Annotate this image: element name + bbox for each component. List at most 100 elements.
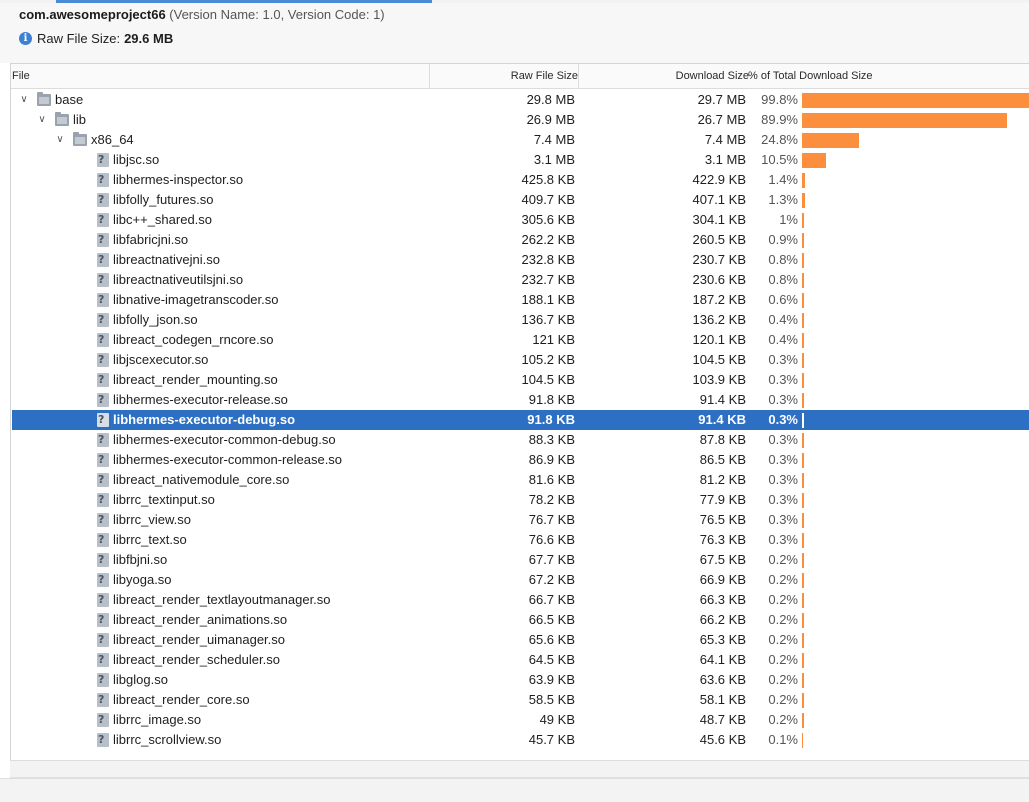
- percent-cell: 0.2%: [749, 570, 798, 590]
- size-share-bar: [802, 493, 804, 508]
- size-share-bar: [802, 233, 804, 248]
- table-row[interactable]: libc++_shared.so305.6 KB304.1 KB1%: [12, 210, 1029, 230]
- download-size-cell: 77.9 KB: [579, 490, 746, 510]
- unknown-file-icon: [97, 673, 109, 687]
- table-row[interactable]: librrc_view.so76.7 KB76.5 KB0.3%: [12, 510, 1029, 530]
- file-tree-table[interactable]: File Raw File Size Download Size % of To…: [10, 63, 1029, 761]
- table-row[interactable]: librrc_scrollview.so45.7 KB45.6 KB0.1%: [12, 730, 1029, 750]
- table-row[interactable]: libreact_render_animations.so66.5 KB66.2…: [12, 610, 1029, 630]
- size-share-bar: [802, 413, 804, 428]
- table-row[interactable]: libreact_render_mounting.so104.5 KB103.9…: [12, 370, 1029, 390]
- raw-file-size-line: i Raw File Size: 29.6 MB: [19, 31, 173, 46]
- file-name: librrc_image.so: [113, 710, 201, 730]
- raw-file-size-cell: 29.8 MB: [430, 90, 575, 110]
- unknown-file-icon: [97, 193, 109, 207]
- chevron-down-icon[interactable]: ∨: [36, 110, 48, 130]
- percent-cell: 0.4%: [749, 330, 798, 350]
- table-row[interactable]: libfbjni.so67.7 KB67.5 KB0.2%: [12, 550, 1029, 570]
- unknown-file-icon: [97, 613, 109, 627]
- tree-folder-row[interactable]: ∨lib26.9 MB26.7 MB89.9%: [12, 110, 1029, 130]
- column-header-percent[interactable]: % of Total Download Size: [748, 64, 873, 88]
- file-name: librrc_view.so: [113, 510, 191, 530]
- raw-file-size-cell: 91.8 KB: [430, 390, 575, 410]
- raw-file-size-cell: 104.5 KB: [430, 370, 575, 390]
- download-size-cell: 76.3 KB: [579, 530, 746, 550]
- percent-cell: 0.3%: [749, 490, 798, 510]
- percent-cell: 0.2%: [749, 630, 798, 650]
- unknown-file-icon: [97, 173, 109, 187]
- table-row[interactable]: libnative-imagetranscoder.so188.1 KB187.…: [12, 290, 1029, 310]
- tree-folder-row[interactable]: ∨base29.8 MB29.7 MB99.8%: [12, 90, 1029, 110]
- folder-icon: [37, 94, 51, 106]
- table-row[interactable]: libreact_codegen_rncore.so121 KB120.1 KB…: [12, 330, 1029, 350]
- table-row[interactable]: libreactnativejni.so232.8 KB230.7 KB0.8%: [12, 250, 1029, 270]
- download-size-cell: 76.5 KB: [579, 510, 746, 530]
- size-share-bar: [802, 593, 804, 608]
- table-row[interactable]: libreact_render_textlayoutmanager.so66.7…: [12, 590, 1029, 610]
- table-row[interactable]: libhermes-executor-common-debug.so88.3 K…: [12, 430, 1029, 450]
- tree-folder-row[interactable]: ∨x86_647.4 MB7.4 MB24.8%: [12, 130, 1029, 150]
- raw-file-size-cell: 188.1 KB: [430, 290, 575, 310]
- table-row[interactable]: libreact_render_scheduler.so64.5 KB64.1 …: [12, 650, 1029, 670]
- table-row[interactable]: libfolly_futures.so409.7 KB407.1 KB1.3%: [12, 190, 1029, 210]
- size-share-bar: [802, 133, 859, 148]
- raw-file-size-cell: 86.9 KB: [430, 450, 575, 470]
- raw-file-size-cell: 3.1 MB: [430, 150, 575, 170]
- package-name: com.awesomeproject66: [19, 7, 166, 22]
- download-size-cell: 7.4 MB: [579, 130, 746, 150]
- horizontal-scrollbar[interactable]: [10, 760, 1029, 778]
- raw-file-size-cell: 76.7 KB: [430, 510, 575, 530]
- percent-cell: 0.3%: [749, 390, 798, 410]
- table-row[interactable]: libfabricjni.so262.2 KB260.5 KB0.9%: [12, 230, 1029, 250]
- download-size-cell: 58.1 KB: [579, 690, 746, 710]
- size-share-bar: [802, 173, 805, 188]
- unknown-file-icon: [97, 553, 109, 567]
- table-row[interactable]: librrc_image.so49 KB48.7 KB0.2%: [12, 710, 1029, 730]
- unknown-file-icon: [97, 733, 109, 747]
- table-row[interactable]: libyoga.so67.2 KB66.9 KB0.2%: [12, 570, 1029, 590]
- unknown-file-icon: [97, 153, 109, 167]
- download-size-cell: 103.9 KB: [579, 370, 746, 390]
- download-size-cell: 104.5 KB: [579, 350, 746, 370]
- chevron-down-icon[interactable]: ∨: [54, 130, 66, 150]
- raw-file-size-value: 29.6 MB: [124, 31, 173, 46]
- table-row[interactable]: libjsc.so3.1 MB3.1 MB10.5%: [12, 150, 1029, 170]
- download-size-cell: 260.5 KB: [579, 230, 746, 250]
- table-row[interactable]: libfolly_json.so136.7 KB136.2 KB0.4%: [12, 310, 1029, 330]
- folder-icon: [73, 134, 87, 146]
- table-row[interactable]: librrc_text.so76.6 KB76.3 KB0.3%: [12, 530, 1029, 550]
- raw-file-size-cell: 136.7 KB: [430, 310, 575, 330]
- raw-file-size-cell: 262.2 KB: [430, 230, 575, 250]
- download-size-cell: 26.7 MB: [579, 110, 746, 130]
- raw-file-size-cell: 64.5 KB: [430, 650, 575, 670]
- table-row[interactable]: libreact_nativemodule_core.so81.6 KB81.2…: [12, 470, 1029, 490]
- file-name: libhermes-inspector.so: [113, 170, 243, 190]
- size-share-bar: [802, 553, 804, 568]
- table-row[interactable]: librrc_textinput.so78.2 KB77.9 KB0.3%: [12, 490, 1029, 510]
- percent-cell: 0.9%: [749, 230, 798, 250]
- file-name: lib: [73, 110, 86, 130]
- table-row[interactable]: libglog.so63.9 KB63.6 KB0.2%: [12, 670, 1029, 690]
- table-row[interactable]: libreactnativeutilsjni.so232.7 KB230.6 K…: [12, 270, 1029, 290]
- column-header-raw-size[interactable]: Raw File Size: [429, 64, 578, 88]
- file-name: libreact_render_animations.so: [113, 610, 287, 630]
- table-row[interactable]: libhermes-executor-debug.so91.8 KB91.4 K…: [12, 410, 1029, 430]
- table-row[interactable]: libjscexecutor.so105.2 KB104.5 KB0.3%: [12, 350, 1029, 370]
- table-row[interactable]: libhermes-executor-release.so91.8 KB91.4…: [12, 390, 1029, 410]
- table-row[interactable]: libreact_render_uimanager.so65.6 KB65.3 …: [12, 630, 1029, 650]
- download-size-cell: 304.1 KB: [579, 210, 746, 230]
- size-share-bar: [802, 533, 804, 548]
- table-row[interactable]: libhermes-inspector.so425.8 KB422.9 KB1.…: [12, 170, 1029, 190]
- raw-file-size-cell: 67.7 KB: [430, 550, 575, 570]
- percent-cell: 0.3%: [749, 450, 798, 470]
- percent-cell: 89.9%: [749, 110, 798, 130]
- chevron-down-icon[interactable]: ∨: [18, 90, 30, 110]
- file-name: libhermes-executor-common-debug.so: [113, 430, 336, 450]
- raw-file-size-cell: 425.8 KB: [430, 170, 575, 190]
- column-header-file[interactable]: File: [12, 64, 30, 88]
- table-row[interactable]: libreact_render_core.so58.5 KB58.1 KB0.2…: [12, 690, 1029, 710]
- table-row[interactable]: libhermes-executor-common-release.so86.9…: [12, 450, 1029, 470]
- download-size-cell: 63.6 KB: [579, 670, 746, 690]
- raw-file-size-label: Raw File Size:: [37, 31, 120, 46]
- column-header-download-size[interactable]: Download Size: [578, 64, 749, 88]
